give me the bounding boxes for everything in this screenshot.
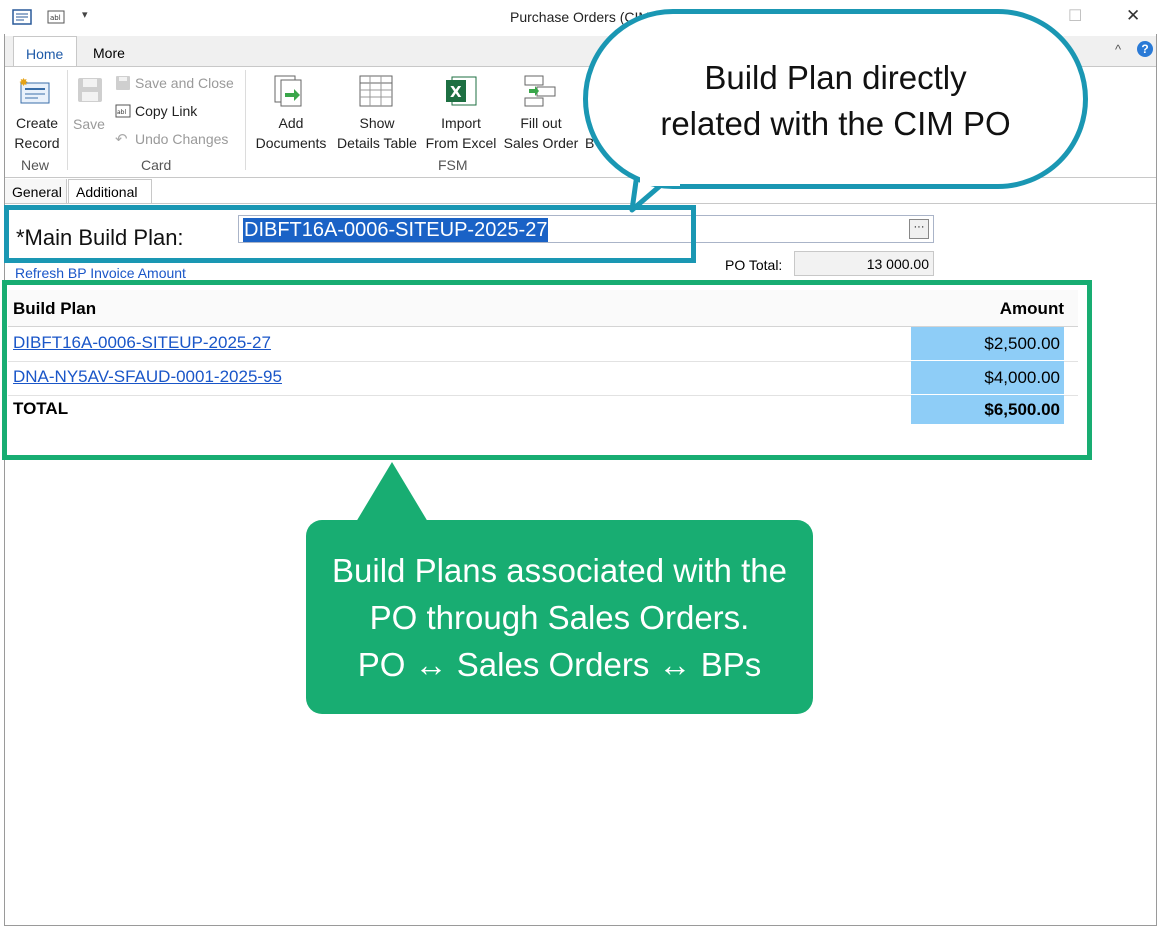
svg-text:abl: abl [50,14,61,22]
associated-build-plans-highlight [2,280,1092,460]
field-icon[interactable]: abl [47,9,65,25]
ribbon-separator [67,70,68,170]
tab-underline [5,203,1156,204]
undo-changes-button[interactable]: Undo Changes [135,131,228,147]
app-menu-icon[interactable] [12,9,32,25]
details-table-icon [359,75,393,107]
green-callout-text: Build Plans associated with the PO throu… [332,552,787,683]
svg-text:X: X [450,83,462,101]
teal-callout-joint [640,168,680,186]
green-callout-pointer [356,462,428,522]
create-record-button[interactable]: Create Record [10,113,64,153]
po-total-value: 13 000.00 [866,256,929,272]
show-details-table-button[interactable]: Show Details Table [332,113,422,153]
group-label-new: New [21,157,50,173]
tab-additional[interactable]: Additional [68,179,152,203]
group-label-card: Card [141,157,172,173]
fill-out-sales-order-icon [524,75,556,107]
quick-access-dropdown-icon[interactable]: ▾ [82,8,88,21]
help-icon[interactable]: ? [1137,41,1153,57]
maximize-button[interactable]: ☐ [1068,6,1082,26]
svg-text:✸: ✸ [19,76,28,89]
fill-out-sales-order-button[interactable]: Fill out Sales Order [500,113,582,153]
import-from-excel-button[interactable]: Import From Excel [422,113,500,153]
create-record-icon: ✸ [19,76,50,104]
save-and-close-button[interactable]: Save and Close [135,75,234,91]
refresh-bp-invoice-link[interactable]: Refresh BP Invoice Amount [15,265,186,281]
save-and-close-icon [116,76,130,90]
po-total-label: PO Total: [725,257,783,273]
main-build-plan-label: *Main Build Plan: [16,225,184,250]
collapse-ribbon-icon[interactable]: ^ [1115,42,1121,57]
copy-link-icon: abl [115,104,131,118]
group-label-fsm: FSM [438,157,468,173]
add-documents-button[interactable]: Add Documents [252,113,330,153]
excel-icon: X [446,76,477,106]
lookup-button[interactable]: ··· [909,219,929,239]
save-icon [78,78,102,102]
add-documents-icon [274,75,302,107]
tab-home[interactable]: Home [13,36,77,66]
tab-more[interactable]: More [93,45,125,61]
copy-link-button[interactable]: Copy Link [135,103,197,119]
undo-icon: ↶ [115,131,128,148]
close-button[interactable]: ✕ [1126,6,1140,26]
save-button[interactable]: Save [73,114,105,134]
po-total-field: 13 000.00 [794,251,934,276]
tab-general[interactable]: General [5,179,67,203]
svg-text:abl: abl [117,109,126,116]
ribbon-separator [245,70,246,170]
teal-callout-text: Build Plan directly related with the CIM… [660,59,1011,142]
